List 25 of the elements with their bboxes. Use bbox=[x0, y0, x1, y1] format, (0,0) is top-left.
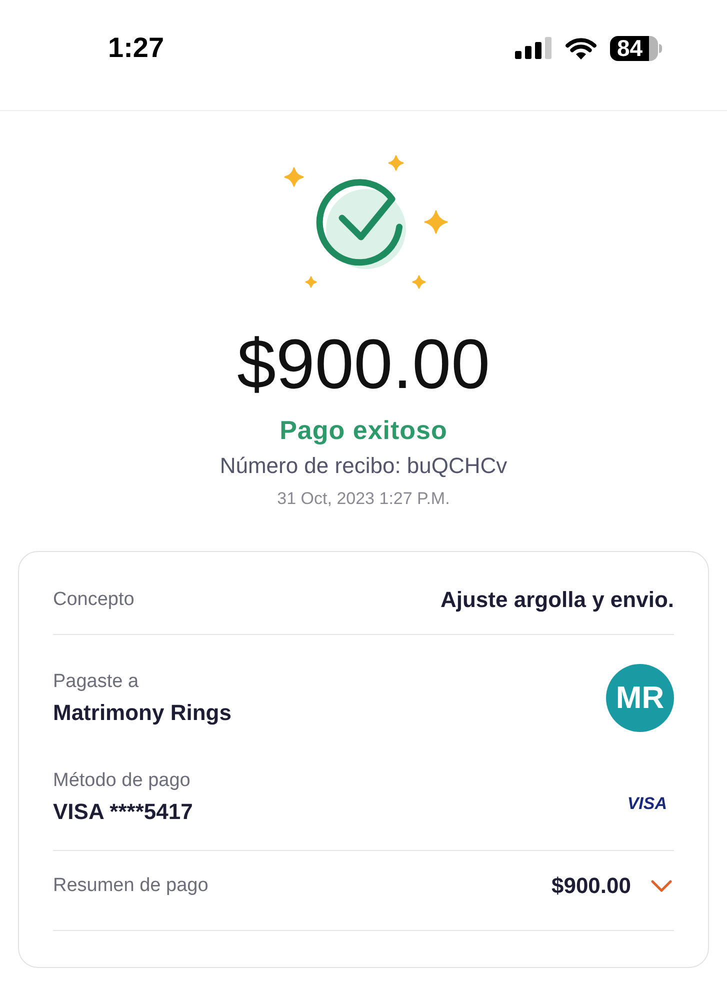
card-brand-logo: VISA bbox=[627, 794, 667, 814]
signal-icon bbox=[515, 37, 552, 59]
detail-label: Concepto bbox=[53, 588, 134, 612]
detail-label: Pagaste a bbox=[53, 670, 140, 694]
detail-value: Matrimony Rings bbox=[53, 699, 232, 727]
chevron-down-icon[interactable] bbox=[651, 880, 672, 892]
sparkle-icon bbox=[388, 155, 404, 171]
detail-label: Resumen de pago bbox=[53, 874, 208, 898]
payment-amount: $900.00 bbox=[236, 329, 490, 399]
sparkle-icon bbox=[304, 276, 316, 288]
status-time: 1:27 bbox=[108, 32, 164, 64]
detail-label: Método de pago bbox=[53, 769, 192, 793]
detail-value: Ajuste argolla y envio. bbox=[440, 586, 674, 614]
payment-date: 31 Oct, 2023 1:27 P.M. bbox=[277, 488, 450, 510]
detail-value: $900.00 bbox=[551, 872, 631, 900]
check-circle-icon bbox=[316, 179, 406, 269]
battery-indicator: 84 bbox=[610, 36, 662, 60]
wifi-icon bbox=[565, 36, 597, 60]
merchant-avatar: MR bbox=[606, 664, 674, 732]
payment-status: Pago exitoso bbox=[280, 415, 448, 445]
receipt-number: Número de recibo: buQCHCv bbox=[220, 452, 508, 480]
detail-value: VISA ****5417 bbox=[53, 798, 193, 826]
sparkle-icon bbox=[412, 275, 426, 289]
sparkle-icon bbox=[284, 167, 304, 187]
sparkle-icon bbox=[424, 210, 448, 234]
